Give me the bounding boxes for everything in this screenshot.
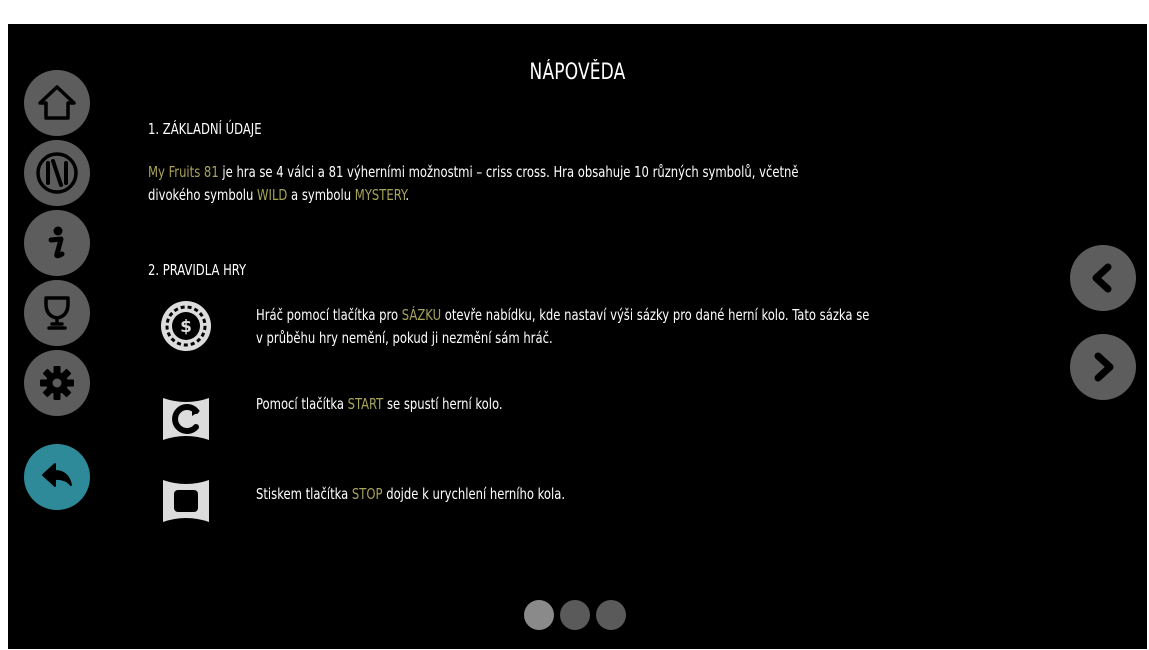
- section-heading-game-rules: 2. PRAVIDLA HRY: [148, 261, 247, 279]
- rule-bet-text: Hráč pomocí tlačítka pro SÁZKU otevře na…: [256, 304, 869, 350]
- help-screen: NÁPOVĚDA 1. ZÁKLADNÍ ÚDAJE My Fruits 81 …: [8, 24, 1147, 649]
- rule-stop-line-1: Stiskem tlačítka STOP dojde k urychlení …: [256, 483, 565, 506]
- rule-text: se spustí herní kolo.: [383, 395, 503, 413]
- rule-text: dojde k urychlení herního kola.: [382, 485, 566, 503]
- start-spin-icon: [163, 398, 209, 440]
- rule-bet-line-1: Hráč pomocí tlačítka pro SÁZKU otevře na…: [256, 304, 869, 327]
- pagination-dot-3[interactable]: [596, 600, 626, 630]
- section-heading-basic-info: 1. ZÁKLADNÍ ÚDAJE: [148, 120, 262, 138]
- pagination-dot-1[interactable]: [524, 600, 554, 630]
- home-button[interactable]: [24, 70, 90, 136]
- pagination-dots: [524, 600, 626, 630]
- basic-info-text: je hra se 4 válci a 81 výherními možnost…: [218, 163, 799, 181]
- bet-coin-icon: $: [161, 301, 211, 351]
- rule-bet-line-2: v průběhu hry nemění, pokud ji nezmění s…: [256, 327, 869, 350]
- info-icon: [48, 226, 65, 259]
- previous-page-button[interactable]: [1070, 245, 1136, 311]
- back-button[interactable]: [24, 444, 90, 510]
- mystery-symbol-label: MYSTERY: [354, 186, 406, 204]
- settings-icon: [40, 366, 74, 400]
- chevron-right-icon: [1094, 352, 1114, 382]
- wild-symbol-label: WILD: [257, 186, 288, 204]
- next-page-button[interactable]: [1070, 334, 1136, 400]
- trophy-button[interactable]: [24, 280, 90, 346]
- rule-text: Hráč pomocí tlačítka pro: [256, 306, 402, 324]
- paytable-icon: [36, 152, 78, 194]
- basic-info-text: divokého symbolu: [148, 186, 258, 204]
- page-title: NÁPOVĚDA: [529, 60, 626, 85]
- basic-info-text: .: [405, 186, 410, 204]
- home-icon: [38, 85, 76, 120]
- basic-info-paragraph: My Fruits 81 je hra se 4 válci a 81 výhe…: [148, 161, 799, 207]
- settings-button[interactable]: [24, 350, 90, 416]
- svg-text:$: $: [180, 317, 192, 337]
- chevron-left-icon: [1092, 263, 1112, 293]
- bet-keyword: SÁZKU: [401, 306, 442, 324]
- stop-icon: [163, 480, 209, 522]
- rule-stop-text: Stiskem tlačítka STOP dojde k urychlení …: [256, 483, 565, 506]
- start-keyword: START: [347, 395, 384, 413]
- rule-text: otevře nabídku, kde nastaví výši sázky p…: [441, 306, 870, 324]
- rule-start-text: Pomocí tlačítka START se spustí herní ko…: [256, 393, 503, 416]
- rule-start-line-1: Pomocí tlačítka START se spustí herní ko…: [256, 393, 503, 416]
- info-button[interactable]: [24, 210, 90, 276]
- pagination-dot-2[interactable]: [560, 600, 590, 630]
- back-arrow-icon: [42, 463, 72, 487]
- basic-info-line-2: divokého symbolu WILD a symbolu MYSTERY.: [148, 184, 799, 207]
- rule-text: Stiskem tlačítka: [256, 485, 352, 503]
- stop-keyword: STOP: [351, 485, 383, 503]
- rule-text: Pomocí tlačítka: [256, 395, 348, 413]
- game-name: My Fruits 81: [148, 163, 219, 181]
- paytable-button[interactable]: [24, 140, 90, 206]
- basic-info-text: a symbolu: [287, 186, 355, 204]
- basic-info-line-1: My Fruits 81 je hra se 4 válci a 81 výhe…: [148, 161, 799, 184]
- rule-text: v průběhu hry nemění, pokud ji nezmění s…: [256, 329, 553, 347]
- trophy-icon: [44, 296, 70, 330]
